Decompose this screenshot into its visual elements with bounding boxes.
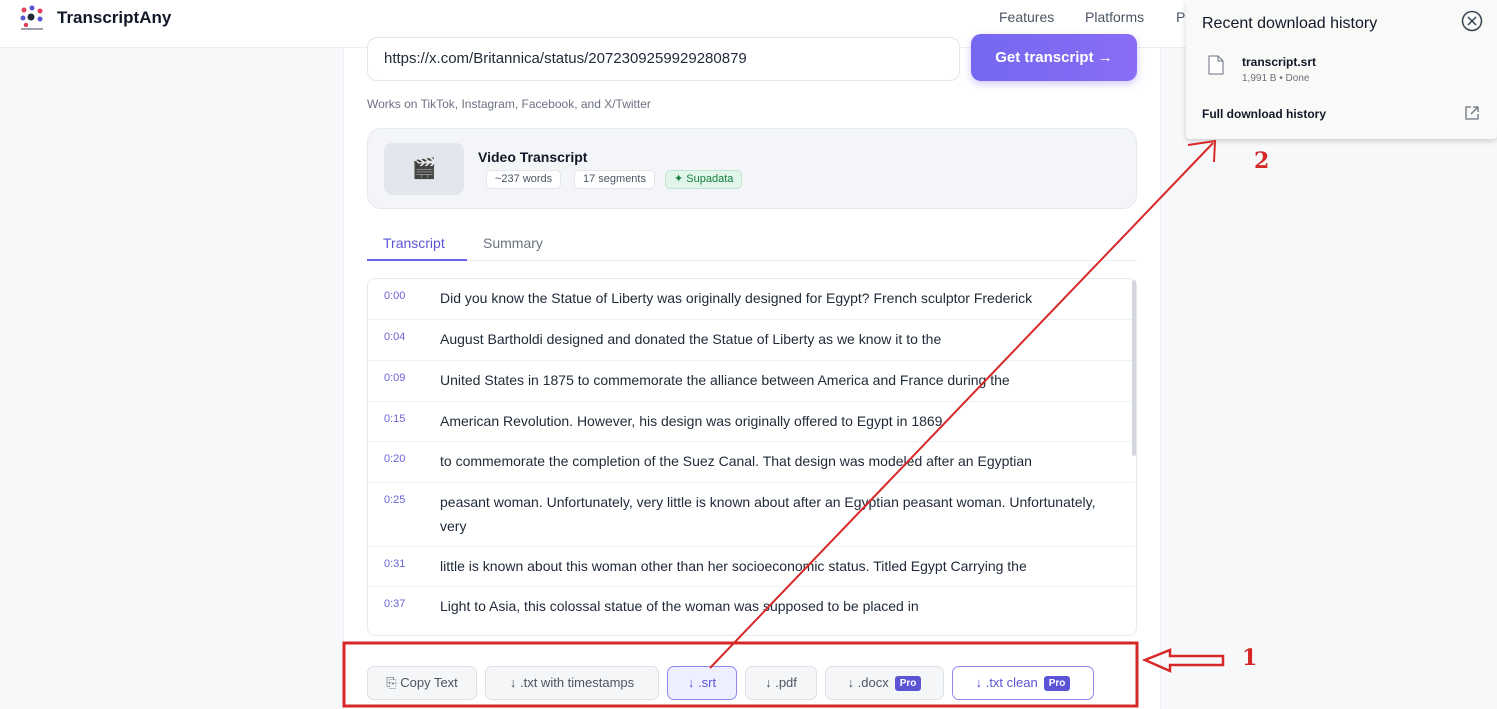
download-srt-button[interactable]: ↓ .srt [667, 666, 737, 700]
app-name[interactable]: TranscriptAny [57, 8, 171, 28]
segment-text: to commemorate the completion of the Sue… [440, 453, 1032, 469]
tab-divider [367, 260, 1137, 261]
timestamp[interactable]: 0:00 [384, 290, 405, 302]
download-docx-button[interactable]: ↓ .docx Pro [825, 666, 944, 700]
timestamp[interactable]: 0:25 [384, 494, 405, 506]
docx-label: ↓ .docx [847, 675, 889, 690]
list-item: 0:15 American Revolution. However, his d… [368, 402, 1134, 442]
timestamp[interactable]: 0:20 [384, 453, 405, 465]
video-info-card [367, 128, 1137, 209]
external-link-icon[interactable] [1464, 105, 1480, 121]
nav-platforms[interactable]: Platforms [1085, 9, 1144, 25]
annotation-number-1: 1 [1242, 645, 1258, 671]
txt-clean-label: ↓ .txt clean [975, 675, 1038, 690]
list-item: 0:00 Did you know the Statue of Liberty … [368, 279, 1134, 320]
transcript-list[interactable]: 0:00 Did you know the Statue of Liberty … [367, 278, 1137, 636]
timestamp[interactable]: 0:09 [384, 372, 405, 384]
download-txt-clean-button[interactable]: ↓ .txt clean Pro [952, 666, 1094, 700]
supported-platforms-note: Works on TikTok, Instagram, Facebook, an… [367, 97, 651, 111]
tab-summary[interactable]: Summary [483, 235, 543, 251]
segment-text: peasant woman. Unfortunately, very littl… [440, 494, 1096, 534]
segment-text: United States in 1875 to commemorate the… [440, 372, 1010, 388]
word-count-badge: ~237 words [486, 170, 562, 189]
list-item: 0:31 little is known about this woman ot… [368, 547, 1134, 587]
download-pdf-button[interactable]: ↓ .pdf [745, 666, 817, 700]
file-icon [1208, 55, 1224, 75]
close-icon[interactable] [1461, 10, 1483, 32]
nav-partial-item[interactable]: P [1176, 9, 1185, 25]
timestamp[interactable]: 0:04 [384, 331, 405, 343]
list-item: 0:20 to commemorate the completion of th… [368, 442, 1134, 483]
get-transcript-button[interactable]: Get transcript → [971, 34, 1137, 81]
segment-text: little is known about this woman other t… [440, 558, 1027, 574]
list-item: 0:37 Light to Asia, this colossal statue… [368, 587, 1134, 635]
list-item: 0:09 United States in 1875 to commemorat… [368, 361, 1134, 402]
timestamp[interactable]: 0:37 [384, 598, 405, 610]
segment-text: Did you know the Statue of Liberty was o… [440, 290, 1033, 306]
segment-text: August Bartholdi designed and donated th… [440, 331, 942, 347]
pro-badge: Pro [894, 676, 922, 691]
nav-features[interactable]: Features [999, 9, 1054, 25]
source-badge: ✦ Supadata [665, 170, 743, 189]
annotation-number-2: 2 [1254, 148, 1270, 174]
list-item: 0:25 peasant woman. Unfortunately, very … [368, 483, 1134, 547]
segment-count-badge: 17 segments [574, 170, 655, 189]
segment-text: American Revolution. However, his design… [440, 413, 943, 429]
copy-text-button[interactable]: ⎘ Copy Text [367, 666, 477, 700]
active-tab-indicator [367, 259, 467, 261]
video-title: Video Transcript [478, 149, 588, 165]
full-download-history-link[interactable]: Full download history [1202, 107, 1326, 121]
segment-text: Light to Asia, this colossal statue of t… [440, 598, 919, 614]
logo-icon[interactable] [18, 4, 46, 32]
download-txt-timestamps-button[interactable]: ↓ .txt with timestamps [485, 666, 659, 700]
download-file-meta: 1,991 B • Done [1242, 73, 1310, 84]
list-item: 0:04 August Bartholdi designed and donat… [368, 320, 1134, 361]
url-input[interactable]: https://x.com/Britannica/status/20723092… [367, 37, 960, 81]
timestamp[interactable]: 0:15 [384, 413, 405, 425]
clapper-icon: 🎬 [384, 143, 464, 195]
tab-transcript[interactable]: Transcript [383, 235, 445, 251]
panel-title: Recent download history [1202, 15, 1378, 32]
transcript-scrollbar[interactable] [1132, 280, 1136, 456]
download-file-name[interactable]: transcript.srt [1242, 55, 1316, 69]
timestamp[interactable]: 0:31 [384, 558, 405, 570]
pro-badge: Pro [1043, 676, 1071, 691]
